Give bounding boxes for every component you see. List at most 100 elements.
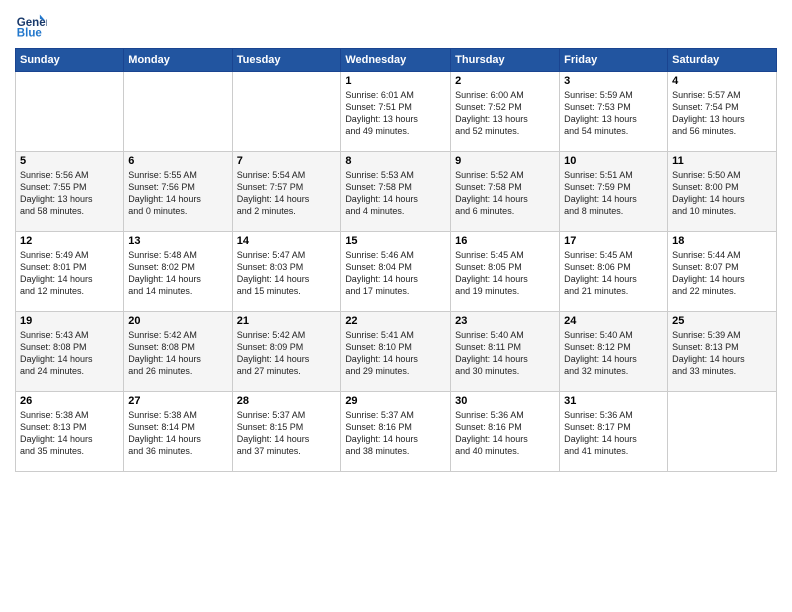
day-info: Sunrise: 5:39 AM Sunset: 8:13 PM Dayligh… [672,329,772,378]
day-number: 15 [345,235,446,247]
day-number: 9 [455,155,555,167]
day-number: 22 [345,315,446,327]
day-number: 21 [237,315,337,327]
day-number: 11 [672,155,772,167]
calendar-cell: 31 Sunrise: 5:36 AM Sunset: 8:17 PM Dayli… [560,392,668,472]
calendar-cell: 30 Sunrise: 5:36 AM Sunset: 8:16 PM Dayli… [451,392,560,472]
weekday-header: Friday [560,49,668,72]
day-number: 27 [128,395,227,407]
day-number: 6 [128,155,227,167]
calendar-week-row: 26Sunrise: 5:38 AM Sunset: 8:13 PM Dayli… [16,392,777,472]
day-info: Sunrise: 5:42 AM Sunset: 8:08 PM Dayligh… [128,329,227,378]
calendar-cell: 13 Sunrise: 5:48 AM Sunset: 8:02 PM Dayli… [124,232,232,312]
day-info: Sunrise: 5:52 AM Sunset: 7:58 PM Dayligh… [455,169,555,218]
calendar-cell: 9 Sunrise: 5:52 AM Sunset: 7:58 PM Daylig… [451,152,560,232]
day-number: 17 [564,235,663,247]
day-number: 23 [455,315,555,327]
day-number: 25 [672,315,772,327]
day-number: 30 [455,395,555,407]
calendar-week-row: 1 Sunrise: 6:01 AM Sunset: 7:51 PM Daylig… [16,72,777,152]
day-number: 12 [20,235,119,247]
svg-text:Blue: Blue [17,28,43,40]
weekday-header: Tuesday [232,49,341,72]
weekday-header: Thursday [451,49,560,72]
day-info: Sunrise: 5:47 AM Sunset: 8:03 PM Dayligh… [237,249,337,298]
day-info: Sunrise: 5:41 AM Sunset: 8:10 PM Dayligh… [345,329,446,378]
day-info: Sunrise: 5:56 AM Sunset: 7:55 PM Dayligh… [20,169,119,218]
weekday-header: Wednesday [341,49,451,72]
calendar-cell: 11 Sunrise: 5:50 AM Sunset: 8:00 PM Dayli… [668,152,777,232]
calendar-cell: 3 Sunrise: 5:59 AM Sunset: 7:53 PM Daylig… [560,72,668,152]
calendar-cell: 5 Sunrise: 5:56 AM Sunset: 7:55 PM Daylig… [16,152,124,232]
calendar-cell: 28 Sunrise: 5:37 AM Sunset: 8:15 PM Dayli… [232,392,341,472]
day-info: Sunrise: 6:01 AM Sunset: 7:51 PM Dayligh… [345,89,446,138]
calendar-cell: 18Sunrise: 5:44 AM Sunset: 8:07 PM Dayli… [668,232,777,312]
calendar-cell: 20 Sunrise: 5:42 AM Sunset: 8:08 PM Dayli… [124,312,232,392]
calendar-cell: 14Sunrise: 5:47 AM Sunset: 8:03 PM Dayli… [232,232,341,312]
calendar-cell [16,72,124,152]
weekday-header: Sunday [16,49,124,72]
calendar-cell: 6 Sunrise: 5:55 AM Sunset: 7:56 PM Daylig… [124,152,232,232]
day-info: Sunrise: 5:53 AM Sunset: 7:58 PM Dayligh… [345,169,446,218]
day-number: 2 [455,75,555,87]
calendar-cell: 26Sunrise: 5:38 AM Sunset: 8:13 PM Dayli… [16,392,124,472]
logo-icon: General Blue [15,10,47,42]
calendar-cell: 22 Sunrise: 5:41 AM Sunset: 8:10 PM Dayli… [341,312,451,392]
day-info: Sunrise: 5:51 AM Sunset: 7:59 PM Dayligh… [564,169,663,218]
day-info: Sunrise: 5:45 AM Sunset: 8:06 PM Dayligh… [564,249,663,298]
day-number: 8 [345,155,446,167]
day-info: Sunrise: 5:40 AM Sunset: 8:11 PM Dayligh… [455,329,555,378]
calendar-cell: 24Sunrise: 5:40 AM Sunset: 8:12 PM Dayli… [560,312,668,392]
day-number: 31 [564,395,663,407]
calendar-cell: 16 Sunrise: 5:45 AM Sunset: 8:05 PM Dayli… [451,232,560,312]
day-number: 13 [128,235,227,247]
day-info: Sunrise: 5:45 AM Sunset: 8:05 PM Dayligh… [455,249,555,298]
day-number: 10 [564,155,663,167]
day-info: Sunrise: 5:57 AM Sunset: 7:54 PM Dayligh… [672,89,772,138]
day-number: 5 [20,155,119,167]
day-number: 4 [672,75,772,87]
day-number: 28 [237,395,337,407]
day-number: 1 [345,75,446,87]
day-number: 19 [20,315,119,327]
day-info: Sunrise: 5:43 AM Sunset: 8:08 PM Dayligh… [20,329,119,378]
calendar-week-row: 5 Sunrise: 5:56 AM Sunset: 7:55 PM Daylig… [16,152,777,232]
calendar-cell: 23 Sunrise: 5:40 AM Sunset: 8:11 PM Dayli… [451,312,560,392]
day-info: Sunrise: 5:55 AM Sunset: 7:56 PM Dayligh… [128,169,227,218]
day-info: Sunrise: 5:38 AM Sunset: 8:13 PM Dayligh… [20,409,119,458]
day-number: 29 [345,395,446,407]
day-info: Sunrise: 5:36 AM Sunset: 8:16 PM Dayligh… [455,409,555,458]
calendar-header: SundayMondayTuesdayWednesdayThursdayFrid… [16,49,777,72]
calendar-cell [232,72,341,152]
calendar-cell: 10 Sunrise: 5:51 AM Sunset: 7:59 PM Dayli… [560,152,668,232]
day-info: Sunrise: 5:50 AM Sunset: 8:00 PM Dayligh… [672,169,772,218]
day-number: 7 [237,155,337,167]
calendar-cell: 15 Sunrise: 5:46 AM Sunset: 8:04 PM Dayli… [341,232,451,312]
calendar-cell: 19 Sunrise: 5:43 AM Sunset: 8:08 PM Dayli… [16,312,124,392]
day-info: Sunrise: 5:46 AM Sunset: 8:04 PM Dayligh… [345,249,446,298]
day-number: 20 [128,315,227,327]
day-number: 3 [564,75,663,87]
calendar-cell: 1 Sunrise: 6:01 AM Sunset: 7:51 PM Daylig… [341,72,451,152]
day-info: Sunrise: 5:48 AM Sunset: 8:02 PM Dayligh… [128,249,227,298]
day-info: Sunrise: 6:00 AM Sunset: 7:52 PM Dayligh… [455,89,555,138]
day-info: Sunrise: 5:49 AM Sunset: 8:01 PM Dayligh… [20,249,119,298]
calendar-week-row: 12 Sunrise: 5:49 AM Sunset: 8:01 PM Dayli… [16,232,777,312]
day-number: 24 [564,315,663,327]
day-info: Sunrise: 5:59 AM Sunset: 7:53 PM Dayligh… [564,89,663,138]
day-number: 16 [455,235,555,247]
day-info: Sunrise: 5:38 AM Sunset: 8:14 PM Dayligh… [128,409,227,458]
calendar-cell: 4 Sunrise: 5:57 AM Sunset: 7:54 PM Daylig… [668,72,777,152]
calendar-cell [668,392,777,472]
logo: General Blue [15,10,51,42]
day-info: Sunrise: 5:37 AM Sunset: 8:15 PM Dayligh… [237,409,337,458]
day-info: Sunrise: 5:44 AM Sunset: 8:07 PM Dayligh… [672,249,772,298]
calendar-cell: 8 Sunrise: 5:53 AM Sunset: 7:58 PM Daylig… [341,152,451,232]
calendar-cell: 7Sunrise: 5:54 AM Sunset: 7:57 PM Daylig… [232,152,341,232]
page-header: General Blue [15,10,777,42]
calendar-cell [124,72,232,152]
weekday-header: Saturday [668,49,777,72]
calendar-cell: 25 Sunrise: 5:39 AM Sunset: 8:13 PM Dayli… [668,312,777,392]
day-info: Sunrise: 5:36 AM Sunset: 8:17 PM Dayligh… [564,409,663,458]
day-info: Sunrise: 5:42 AM Sunset: 8:09 PM Dayligh… [237,329,337,378]
